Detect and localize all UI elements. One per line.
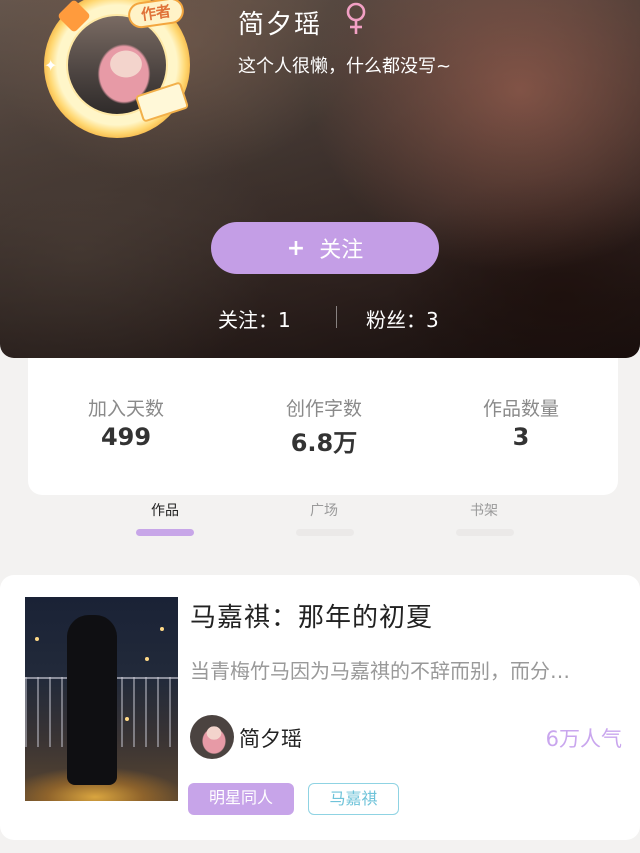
tag-ma-jiaqi[interactable]: 马嘉祺 (308, 783, 399, 815)
stat-value: 3 (512, 423, 530, 451)
avatar[interactable] (190, 715, 234, 759)
work-card[interactable]: 马嘉祺：那年的初夏 当青梅竹马因为马嘉祺的不辞而别，而分… 简夕瑶 6万人气 明… (0, 575, 640, 840)
stat-join-days: 加入天数 499 (46, 394, 206, 451)
tab-works-indicator (136, 529, 194, 536)
work-description: 当青梅竹马因为马嘉祺的不辞而别，而分… (190, 659, 570, 683)
stat-word-count: 创作字数 6.8万 (244, 394, 404, 458)
divider (336, 306, 337, 328)
work-cover-image[interactable] (25, 597, 178, 801)
stats-card: 加入天数 499 创作字数 6.8万 作品数量 3 (28, 358, 618, 495)
follow-button-label: 关注 (319, 238, 364, 263)
user-bio: 这个人很懒，什么都没写~ (238, 56, 452, 77)
stat-works-count: 作品数量 3 (441, 394, 601, 451)
tab-square-indicator (296, 529, 354, 536)
follow-button[interactable]: + 关注 (211, 222, 439, 274)
tab-bookshelf[interactable]: 书架 (444, 500, 524, 520)
fans-count[interactable]: 粉丝：3 (366, 304, 439, 333)
stat-value: 499 (100, 423, 152, 451)
user-name: 简夕瑶 (238, 10, 323, 40)
stat-label: 创作字数 (285, 398, 362, 420)
stat-label: 作品数量 (482, 398, 559, 420)
female-symbol-icon (346, 2, 366, 34)
work-popularity: 6万人气 (545, 727, 622, 751)
profile-header: ✦ 作者 简夕瑶 这个人很懒，什么都没写~ + 关注 关注：1 粉丝：3 (0, 0, 640, 358)
tab-works[interactable]: 作品 (125, 500, 205, 520)
following-count[interactable]: 关注：1 (218, 304, 291, 333)
author-avatar-frame[interactable]: ✦ 作者 (44, 0, 190, 138)
work-author-name[interactable]: 简夕瑶 (239, 723, 302, 753)
work-title[interactable]: 马嘉祺：那年的初夏 (190, 597, 433, 634)
tag-celebrity-fanfic[interactable]: 明星同人 (188, 783, 294, 815)
tab-bookshelf-indicator (456, 529, 514, 536)
stat-label: 加入天数 (87, 398, 164, 420)
tab-square[interactable]: 广场 (284, 500, 364, 520)
stat-value: 6.8万 (290, 429, 358, 457)
plus-icon: + (286, 235, 306, 261)
sparkle-icon: ✦ (44, 56, 58, 75)
